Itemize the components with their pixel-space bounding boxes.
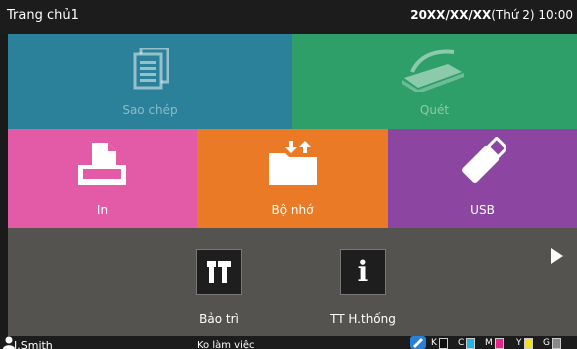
scan-label: Quét	[419, 103, 450, 117]
copy-tile[interactable]: Sao chép	[8, 34, 292, 129]
ink-g: G	[543, 338, 561, 349]
header-bar: Trang chủ1 20XX/XX/XX(Thứ 2) 10:00	[0, 0, 577, 34]
usb-label: USB	[470, 203, 495, 217]
ink-k-level	[438, 338, 448, 349]
ink-k: K	[431, 338, 448, 349]
memory-tile[interactable]: Bộ nhớ	[197, 129, 388, 228]
ink-y: Y	[516, 338, 533, 349]
time-text: 10:00	[538, 8, 573, 22]
scan-tile[interactable]: Quét	[292, 34, 577, 129]
memory-label: Bộ nhớ	[271, 203, 314, 217]
ink-g-level	[551, 338, 561, 349]
ink-c: C	[458, 338, 476, 349]
print-tile[interactable]: In	[8, 129, 197, 228]
user-name: J.Smith	[14, 339, 53, 349]
date-text: 20XX/XX/XX	[410, 8, 492, 22]
maintenance-button[interactable]	[196, 249, 242, 295]
maintenance-tools-icon	[207, 261, 231, 283]
screen-title: Trang chủ1	[7, 8, 79, 23]
copy-label: Sao chép	[122, 103, 178, 117]
print-label: In	[96, 203, 109, 217]
info-icon: i	[357, 255, 369, 288]
datetime-display: 20XX/XX/XX(Thứ 2) 10:00	[410, 8, 573, 22]
folder-transfer-icon	[269, 141, 317, 185]
ink-m-level	[494, 338, 504, 349]
system-info-label: TT H.thống	[330, 312, 396, 326]
ink-c-level	[466, 338, 476, 349]
maintenance-label: Bảo trì	[199, 312, 239, 326]
usb-drive-icon	[462, 137, 506, 183]
ink-m: M	[485, 338, 504, 349]
home-screen: Trang chủ1 20XX/XX/XX(Thứ 2) 10:00 Sao c…	[0, 0, 577, 349]
print-icon	[78, 143, 126, 185]
system-info-button[interactable]: i	[340, 249, 386, 295]
next-page-arrow[interactable]	[551, 248, 563, 264]
ink-y-level	[523, 338, 533, 349]
tools-panel: Bảo trì i TT H.thống	[8, 228, 577, 336]
day-text: (Thứ 2)	[491, 8, 535, 22]
usb-tile[interactable]: USB	[388, 129, 577, 228]
status-bar: J.Smith Ko làm việc K C M Y G	[0, 336, 577, 349]
scanner-icon	[402, 49, 464, 92]
copy-icon	[133, 48, 169, 90]
ink-status-icon[interactable]	[410, 336, 426, 349]
work-status: Ko làm việc	[197, 340, 255, 349]
